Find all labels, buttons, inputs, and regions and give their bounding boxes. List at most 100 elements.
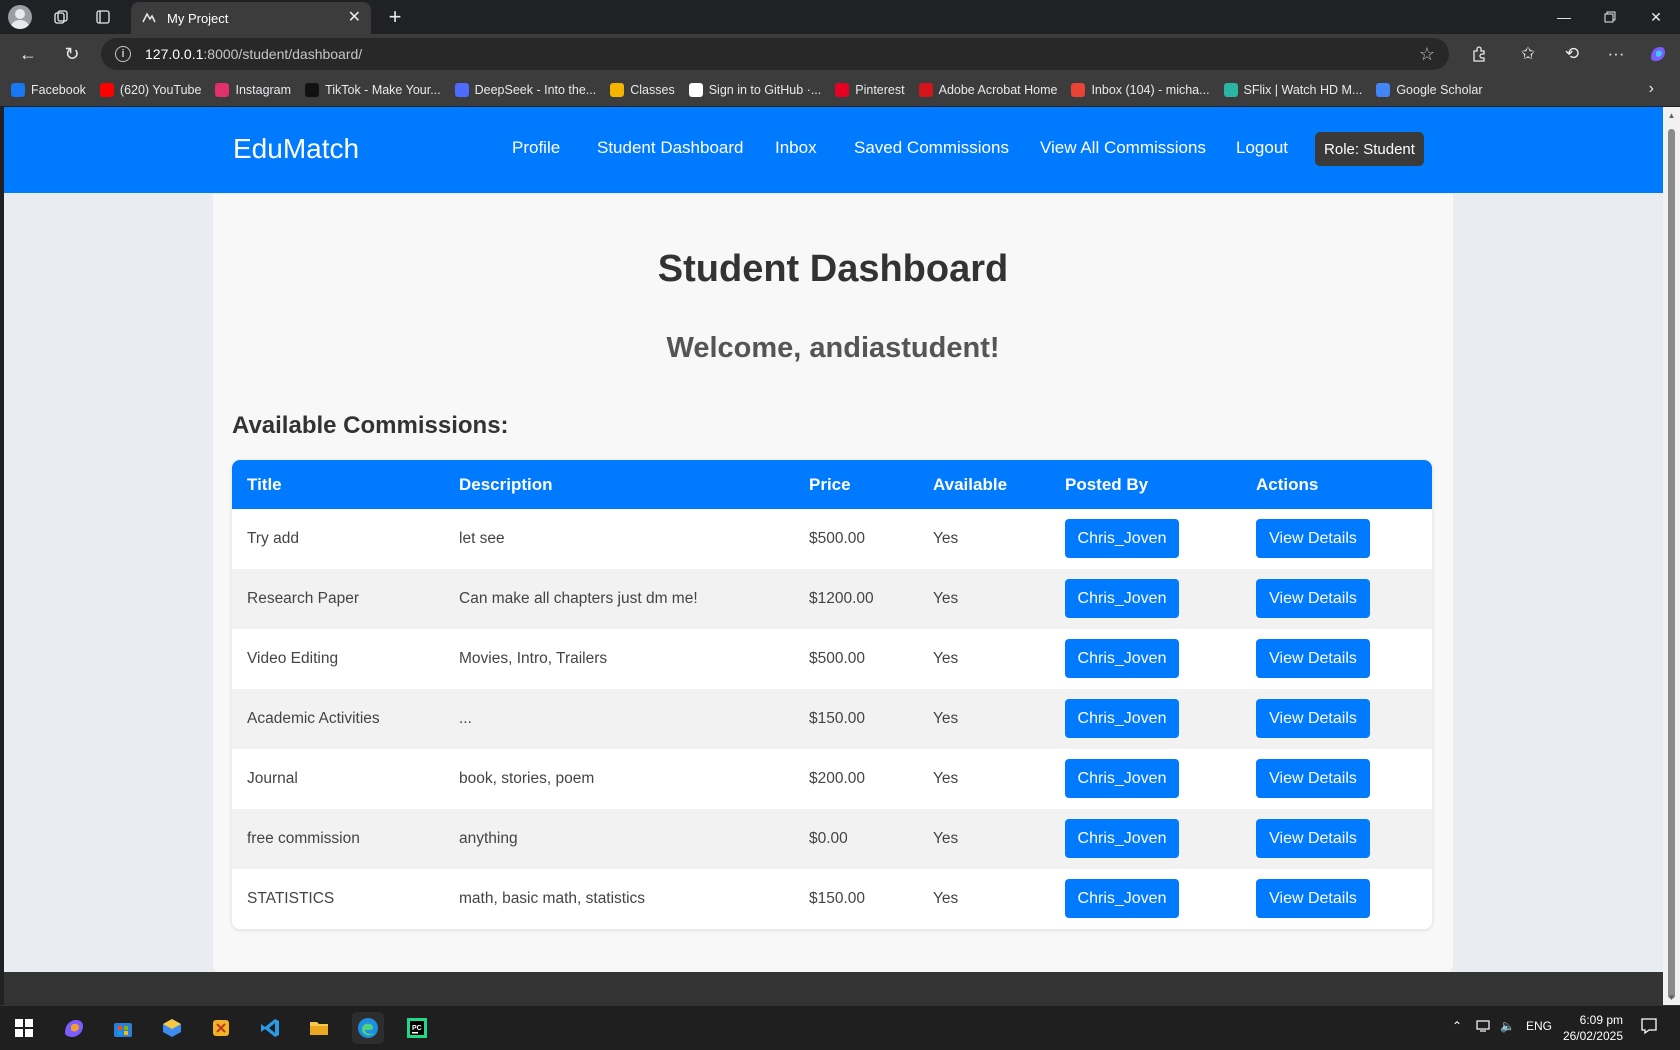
scroll-up-icon[interactable]: ▲ (1667, 111, 1676, 120)
header-price: Price (809, 474, 851, 494)
cell-description: anything (459, 830, 518, 847)
history-icon[interactable]: ⟲ (1558, 40, 1586, 68)
more-menu-icon[interactable]: ··· (1602, 40, 1630, 68)
copilot-taskbar-icon[interactable] (58, 1012, 90, 1044)
posted-by-button[interactable]: Chris_Joven (1065, 879, 1179, 918)
cell-price: $150.00 (809, 710, 866, 727)
favorite-star-icon[interactable]: ☆ (1419, 44, 1435, 65)
header-available: Available (933, 474, 1008, 494)
bookmark-item[interactable]: Inbox (104) - micha... (1071, 83, 1210, 97)
bookmark-favicon-icon (1376, 83, 1391, 97)
tray-chevron-icon[interactable]: ⌃ (1452, 1019, 1462, 1033)
bookmark-item[interactable]: DeepSeek - Into the... (454, 83, 596, 97)
table-header: Title Description Price Available Posted… (232, 460, 1432, 509)
extensions-icon[interactable] (1465, 40, 1493, 68)
cell-description: ... (459, 710, 472, 727)
bookmark-favicon-icon (11, 83, 25, 97)
bookmark-item[interactable]: Pinterest (835, 83, 905, 97)
cell-available: Yes (933, 890, 959, 907)
cell-price: $500.00 (809, 530, 866, 547)
nav-profile[interactable]: Profile (512, 138, 560, 158)
bookmark-item[interactable]: Instagram (215, 83, 291, 97)
view-details-button[interactable]: View Details (1256, 639, 1370, 678)
edge-icon[interactable] (352, 1012, 384, 1044)
page-viewport: EduMatch Profile Student Dashboard Inbox… (4, 107, 1663, 1005)
role-badge: Role: Student (1315, 132, 1424, 166)
volume-icon[interactable]: 🔈 (1500, 1019, 1515, 1033)
pycharm-icon[interactable]: PC (401, 1012, 433, 1044)
new-tab-icon[interactable]: + (381, 3, 409, 31)
vscode-icon[interactable] (254, 1012, 286, 1044)
view-details-button[interactable]: View Details (1256, 819, 1370, 858)
bookmark-item[interactable]: Classes (610, 83, 675, 97)
tab-my-project[interactable]: My Project ✕ (131, 2, 371, 34)
bookmark-label: (620) YouTube (119, 83, 202, 97)
url-host: 127.0.0.1 (145, 46, 204, 62)
app-cube-icon[interactable] (156, 1012, 188, 1044)
view-details-button[interactable]: View Details (1256, 579, 1370, 618)
tab-close-icon[interactable]: ✕ (348, 10, 361, 26)
table-row: Try add let see $500.00 Yes Chris_Joven View … (232, 509, 1432, 569)
bookmark-item[interactable]: Sign in to GitHub ·... (688, 83, 821, 97)
nav-saved-commissions[interactable]: Saved Commissions (854, 138, 1009, 158)
bookmark-item[interactable]: Google Scholar (1376, 83, 1482, 97)
nav-view-all-commissions[interactable]: View All Commissions (1040, 138, 1206, 158)
cell-description: Can make all chapters just dm me! (459, 590, 698, 607)
nav-student-dashboard[interactable]: Student Dashboard (597, 138, 744, 158)
tab-actions-icon[interactable] (90, 5, 116, 29)
view-details-button[interactable]: View Details (1256, 879, 1370, 918)
bookmark-item[interactable]: Adobe Acrobat Home (918, 83, 1057, 97)
cell-description: math, basic math, statistics (459, 890, 646, 907)
bookmark-item[interactable]: Facebook (11, 83, 86, 97)
brand-logo[interactable]: EduMatch (233, 133, 359, 165)
view-details-button[interactable]: View Details (1256, 699, 1370, 738)
posted-by-button[interactable]: Chris_Joven (1065, 639, 1179, 678)
cell-title: free commission (247, 830, 360, 847)
favorites-icon[interactable]: ✩ (1514, 40, 1542, 68)
store-icon[interactable] (107, 1012, 139, 1044)
workspaces-icon[interactable] (48, 5, 74, 29)
taskbar-clock[interactable]: 6:09 pm 26/02/2025 (1557, 1012, 1623, 1044)
snipping-tool-icon[interactable] (205, 1012, 237, 1044)
page-footer (4, 972, 1663, 1005)
file-explorer-icon[interactable] (303, 1012, 335, 1044)
cell-available: Yes (933, 590, 959, 607)
browser-tab-bar: My Project ✕ + — ✕ (0, 0, 1680, 34)
site-info-icon[interactable]: i (115, 46, 131, 62)
bookmarks-overflow-icon[interactable]: › (1649, 80, 1654, 98)
minimize-icon[interactable]: — (1541, 0, 1587, 34)
posted-by-button[interactable]: Chris_Joven (1065, 579, 1179, 618)
posted-by-button[interactable]: Chris_Joven (1065, 519, 1179, 558)
view-details-button[interactable]: View Details (1256, 519, 1370, 558)
copilot-icon[interactable] (1644, 40, 1672, 68)
posted-by-button[interactable]: Chris_Joven (1065, 759, 1179, 798)
profile-avatar[interactable] (8, 5, 32, 29)
posted-by-button[interactable]: Chris_Joven (1065, 819, 1179, 858)
welcome-message: Welcome, andiastudent! (666, 332, 1000, 364)
page-title: Student Dashboard (657, 248, 1009, 290)
page-scrollbar[interactable]: ▲ ▼ (1663, 107, 1680, 1005)
cell-title: Try add (247, 530, 299, 547)
close-window-icon[interactable]: ✕ (1633, 0, 1679, 34)
language-indicator[interactable]: ENG (1526, 1019, 1552, 1033)
refresh-icon[interactable]: ↻ (58, 40, 86, 68)
cell-description: Movies, Intro, Trailers (459, 650, 608, 667)
header-actions: Actions (1256, 474, 1319, 494)
start-icon[interactable] (8, 1012, 40, 1044)
clock-date: 26/02/2025 (1562, 1029, 1623, 1043)
nav-inbox[interactable]: Inbox (775, 138, 817, 158)
nav-logout[interactable]: Logout (1236, 138, 1288, 158)
bookmark-item[interactable]: (620) YouTube (99, 83, 202, 97)
network-icon[interactable] (1476, 1019, 1492, 1036)
restore-icon[interactable] (1587, 0, 1633, 34)
bookmark-favicon-icon (305, 83, 320, 97)
scroll-down-icon[interactable]: ▼ (1667, 993, 1676, 1002)
notifications-icon[interactable] (1640, 1017, 1658, 1038)
bookmark-item[interactable]: TikTok - Make Your... (305, 83, 441, 97)
back-icon[interactable]: ← (14, 40, 42, 68)
view-details-button[interactable]: View Details (1256, 759, 1370, 798)
scroll-thumb[interactable] (1668, 129, 1675, 999)
bookmark-item[interactable]: SFlix | Watch HD M... (1223, 83, 1362, 97)
posted-by-button[interactable]: Chris_Joven (1065, 699, 1179, 738)
url-input[interactable]: i 127.0.0.1:8000/student/dashboard/ ☆ (101, 38, 1449, 70)
